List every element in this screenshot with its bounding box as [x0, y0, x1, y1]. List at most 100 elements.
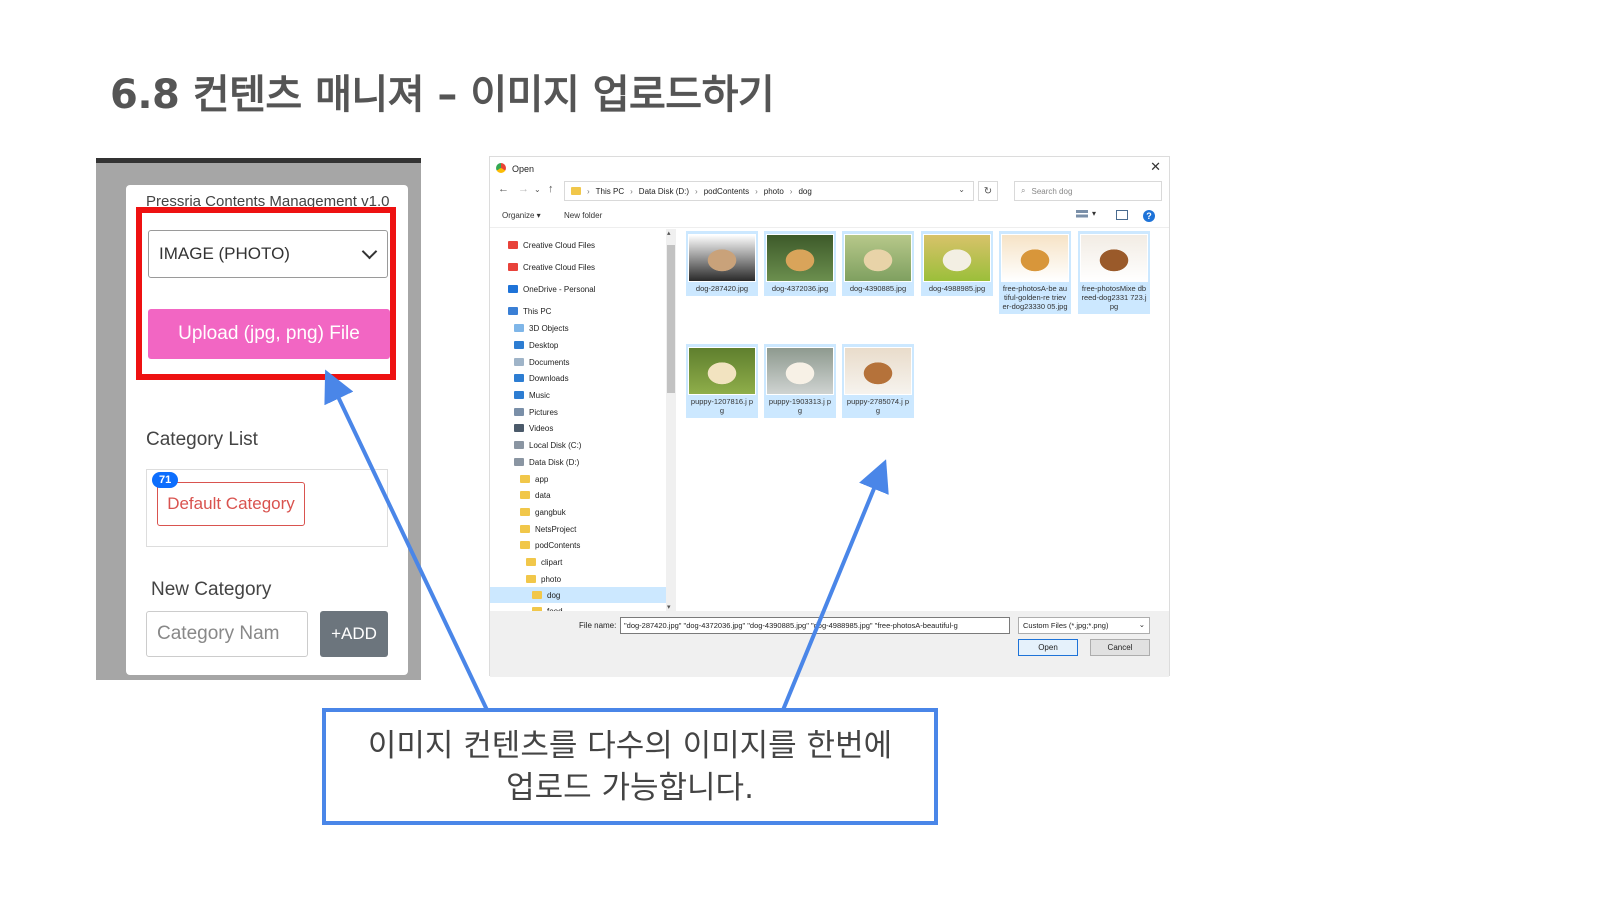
organize-menu[interactable]: Organize ▾: [502, 211, 541, 220]
file-tile[interactable]: puppy-1207816.j pg: [686, 344, 758, 418]
nav-item[interactable]: Downloads: [490, 370, 666, 386]
forward-arrow-icon[interactable]: →: [518, 183, 529, 195]
category-list: Default Category 71: [146, 469, 388, 547]
dialog-toolbar: Organize ▾ New folder ▾ ?: [490, 205, 1169, 228]
breadcrumb-data-disk[interactable]: Data Disk (D:): [639, 187, 689, 196]
nav-item[interactable]: NetsProject: [490, 521, 666, 537]
up-arrow-icon[interactable]: ↑: [548, 183, 554, 195]
upload-button[interactable]: Upload (jpg, png) File: [148, 309, 390, 359]
file-name: dog-4988985.jpg: [928, 284, 986, 293]
file-tile[interactable]: dog-4988985.jpg: [921, 231, 993, 296]
nav-item-label: Desktop: [529, 340, 559, 350]
file-name: dog-287420.jpg: [695, 284, 749, 293]
nav-item[interactable]: Creative Cloud Files: [490, 237, 666, 253]
folder-icon: [526, 575, 536, 583]
nav-item[interactable]: Videos: [490, 420, 666, 436]
content-type-select[interactable]: IMAGE (PHOTO): [148, 230, 388, 278]
preview-pane-icon[interactable]: [1116, 210, 1128, 220]
folder-icon: [520, 475, 530, 483]
nav-item[interactable]: Local Disk (C:): [490, 437, 666, 453]
nav-item-label: data: [535, 490, 551, 500]
close-icon[interactable]: ✕: [1150, 159, 1161, 175]
nav-item[interactable]: app: [490, 471, 666, 487]
creative-cloud-icon: [508, 263, 518, 271]
cancel-button[interactable]: Cancel: [1090, 639, 1150, 656]
chevron-down-icon[interactable]: ▾: [1092, 209, 1096, 218]
nav-item[interactable]: podContents: [490, 537, 666, 553]
nav-item[interactable]: This PC: [490, 303, 666, 319]
nav-item[interactable]: photo: [490, 571, 666, 587]
file-grid: dog-287420.jpg dog-4372036.jpg dog-4390885…: [686, 231, 1166, 611]
breadcrumb-podcontents[interactable]: podContents: [704, 187, 749, 196]
file-thumbnail: [688, 234, 756, 282]
nav-item[interactable]: dog: [490, 587, 666, 603]
downloads-icon: [514, 374, 524, 382]
address-bar[interactable]: › This PC › Data Disk (D:) › podContents…: [564, 181, 974, 201]
drive-icon: [514, 458, 524, 466]
nav-item-label: OneDrive - Personal: [523, 284, 596, 294]
file-name: puppy-1207816.j pg: [690, 397, 754, 415]
file-tile[interactable]: dog-4372036.jpg: [764, 231, 836, 296]
open-button[interactable]: Open: [1018, 639, 1078, 656]
pictures-icon: [514, 408, 524, 416]
folder-icon: [520, 525, 530, 533]
category-name: Default Category: [167, 494, 295, 513]
file-tile[interactable]: puppy-2785074.j pg: [842, 344, 914, 418]
desktop-icon: [514, 341, 524, 349]
nav-item[interactable]: OneDrive - Personal: [490, 281, 666, 297]
category-chip[interactable]: Default Category: [157, 482, 305, 526]
file-tile[interactable]: dog-287420.jpg: [686, 231, 758, 296]
nav-item[interactable]: data: [490, 487, 666, 503]
file-thumbnail: [1080, 234, 1148, 282]
file-name: puppy-2785074.j pg: [846, 397, 910, 415]
file-name: dog-4390885.jpg: [849, 284, 907, 293]
chevron-down-icon[interactable]: ⌄: [958, 185, 965, 194]
new-folder-button[interactable]: New folder: [564, 211, 602, 220]
folder-icon: [571, 187, 581, 195]
search-placeholder: Search dog: [1031, 186, 1073, 196]
search-box[interactable]: ⌕ Search dog: [1014, 181, 1162, 201]
add-category-button[interactable]: +ADD: [320, 611, 388, 657]
refresh-icon[interactable]: ↻: [978, 181, 998, 201]
nav-item[interactable]: Pictures: [490, 404, 666, 420]
category-count-badge: 71: [152, 472, 179, 488]
file-tile[interactable]: puppy-1903313.j pg: [764, 344, 836, 418]
3d-objects-icon: [514, 324, 524, 332]
chevron-down-icon[interactable]: ⌄: [534, 185, 541, 194]
nav-item-label: photo: [541, 574, 562, 584]
nav-item[interactable]: clipart: [490, 554, 666, 570]
callout-line-1: 이미지 컨텐츠를 다수의 이미지를 한번에: [367, 727, 893, 764]
nav-item[interactable]: 3D Objects: [490, 320, 666, 336]
nav-item-label: Creative Cloud Files: [523, 262, 596, 272]
nav-item[interactable]: Desktop: [490, 337, 666, 353]
nav-item[interactable]: Documents: [490, 354, 666, 370]
breadcrumb-dog[interactable]: dog: [798, 187, 811, 196]
videos-icon: [514, 424, 524, 432]
file-open-dialog: Open ✕ ← → ⌄ ↑ › This PC › Data Disk (D:…: [489, 156, 1170, 677]
nav-item-label: app: [535, 474, 549, 484]
file-tile[interactable]: free-photosMixe dbreed-dog2331 723.jpg: [1078, 231, 1150, 314]
nav-scrollbar-thumb[interactable]: [667, 245, 675, 393]
creative-cloud-icon: [508, 241, 518, 249]
file-name-input[interactable]: "dog-287420.jpg" "dog-4372036.jpg" "dog-…: [620, 617, 1010, 634]
new-category-input[interactable]: Category Nam: [146, 611, 308, 657]
nav-item[interactable]: Data Disk (D:): [490, 454, 666, 470]
file-type-select[interactable]: Custom Files (*.jpg;*.png) ⌄: [1018, 617, 1150, 634]
nav-item[interactable]: Music: [490, 387, 666, 403]
nav-item[interactable]: Creative Cloud Files: [490, 259, 666, 275]
breadcrumb-this-pc[interactable]: This PC: [596, 187, 624, 196]
nav-item[interactable]: gangbuk: [490, 504, 666, 520]
help-icon[interactable]: ?: [1143, 210, 1155, 222]
nav-item[interactable]: food: [490, 603, 666, 611]
nav-item-label: podContents: [535, 540, 581, 550]
nav-item-label: This PC: [523, 306, 552, 316]
view-options-icon[interactable]: [1076, 210, 1088, 220]
nav-scrollbar[interactable]: ▴ ▾: [666, 229, 676, 611]
breadcrumb-photo[interactable]: photo: [764, 187, 784, 196]
scroll-down-icon[interactable]: ▾: [667, 603, 671, 611]
file-tile[interactable]: free-photosA-be autiful-golden-re trieve…: [999, 231, 1071, 314]
nav-item-label: Creative Cloud Files: [523, 240, 596, 250]
file-tile[interactable]: dog-4390885.jpg: [842, 231, 914, 296]
back-arrow-icon[interactable]: ←: [498, 183, 509, 195]
scroll-up-icon[interactable]: ▴: [667, 229, 671, 237]
